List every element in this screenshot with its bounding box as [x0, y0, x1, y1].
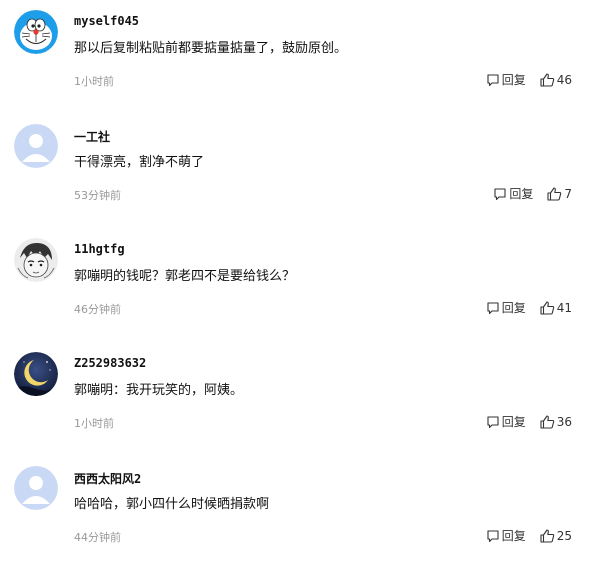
crescent-moon-icon: [14, 352, 58, 396]
like-button[interactable]: 25: [540, 529, 572, 543]
comment-time: 1小时前: [74, 75, 114, 88]
reply-label: 回复: [509, 187, 534, 201]
comment-item: myself045 那以后复制粘贴前都要掂量掂量了，鼓励原创。 1小时前 回复 …: [0, 10, 600, 124]
comment-username[interactable]: 一工社: [74, 128, 110, 145]
reply-button[interactable]: 回复: [486, 299, 526, 316]
reply-icon: [487, 529, 499, 542]
comment-list: myself045 那以后复制粘贴前都要掂量掂量了，鼓励原创。 1小时前 回复 …: [0, 0, 600, 559]
reply-icon: [487, 301, 499, 314]
comment-username[interactable]: 11hgtfg: [74, 242, 125, 256]
like-count: 41: [556, 300, 572, 315]
like-count: 7: [564, 186, 572, 201]
comment-item: Z252983632 郭嘣明：我开玩笑的，阿姨。 1小时前 回复 36: [0, 352, 600, 466]
like-count: 36: [556, 414, 572, 429]
thumbs-up-icon: [540, 528, 554, 543]
reply-label: 回复: [501, 529, 526, 543]
default-user-icon: [14, 466, 58, 510]
default-user-icon: [14, 124, 58, 168]
sketch-avatar[interactable]: [14, 238, 58, 282]
like-count: 46: [556, 72, 572, 87]
moon-avatar[interactable]: [14, 352, 58, 396]
comment-time: 53分钟前: [74, 189, 121, 202]
reply-label: 回复: [501, 301, 526, 315]
thumbs-up-icon: [540, 72, 554, 87]
reply-button[interactable]: 回复: [486, 527, 526, 544]
comment-text: 郭嘣明：我开玩笑的，阿姨。: [74, 383, 244, 398]
comment-text: 郭嘣明的钱呢？郭老四不是要给钱么？: [74, 269, 296, 284]
reply-button[interactable]: 回复: [486, 71, 526, 88]
like-button[interactable]: 41: [540, 301, 572, 315]
comment-actions: 回复 41: [486, 299, 572, 316]
comment-text: 那以后复制粘贴前都要掂量掂量了，鼓励原创。: [74, 41, 348, 56]
like-button[interactable]: 36: [540, 415, 572, 429]
default-avatar[interactable]: [14, 124, 58, 168]
comment-text: 干得漂亮，割净不萌了: [74, 155, 205, 170]
comment-actions: 回复 7: [493, 185, 572, 202]
comment-actions: 回复 36: [486, 413, 572, 430]
reply-button[interactable]: 回复: [493, 185, 533, 202]
like-button[interactable]: 46: [540, 73, 572, 87]
reply-icon: [494, 187, 506, 200]
comment-item: 11hgtfg 郭嘣明的钱呢？郭老四不是要给钱么？ 46分钟前 回复 41: [0, 238, 600, 352]
reply-label: 回复: [501, 415, 526, 429]
like-count: 25: [556, 528, 572, 543]
doraemon-icon: [14, 10, 58, 54]
comment-username[interactable]: myself045: [74, 14, 139, 28]
like-button[interactable]: 7: [547, 187, 572, 201]
reply-icon: [487, 73, 499, 86]
comment-time: 44分钟前: [74, 531, 121, 544]
default-avatar[interactable]: [14, 466, 58, 510]
thumbs-up-icon: [547, 186, 562, 201]
comment-time: 46分钟前: [74, 303, 121, 316]
thumbs-up-icon: [540, 300, 554, 315]
sketch-portrait-icon: [14, 238, 58, 282]
comment-item: 西西太阳风2 哈哈哈，郭小四什么时候晒捐款啊 44分钟前 回复 25: [0, 466, 600, 580]
comment-username[interactable]: Z252983632: [74, 356, 146, 370]
reply-icon: [487, 415, 499, 428]
comment-text: 哈哈哈，郭小四什么时候晒捐款啊: [74, 497, 270, 512]
comment-actions: 回复 25: [486, 527, 572, 544]
reply-label: 回复: [501, 73, 526, 87]
comment-item: 一工社 干得漂亮，割净不萌了 53分钟前 回复 7: [0, 124, 600, 238]
comment-actions: 回复 46: [486, 71, 572, 88]
doraemon-avatar[interactable]: [14, 10, 58, 54]
comment-time: 1小时前: [74, 417, 114, 430]
reply-button[interactable]: 回复: [486, 413, 526, 430]
thumbs-up-icon: [540, 414, 554, 429]
comment-username[interactable]: 西西太阳风2: [74, 470, 141, 487]
